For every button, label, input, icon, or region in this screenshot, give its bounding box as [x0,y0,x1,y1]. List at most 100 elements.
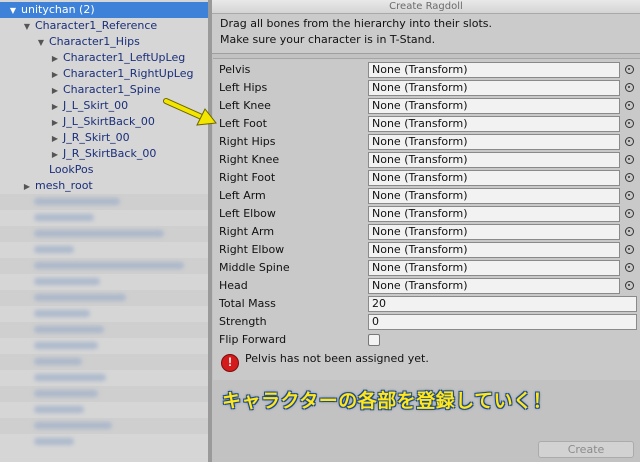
bone-row: Pelvis None (Transform) [213,61,640,79]
hierarchy-item[interactable]: ▶ Character1_RightUpLeg [0,66,194,82]
expand-down-icon[interactable]: ▼ [22,19,32,35]
bone-object-field[interactable]: None (Transform) [368,134,620,150]
bone-row: Left Foot None (Transform) [213,115,640,133]
object-picker-icon[interactable] [625,281,634,290]
hierarchy-item[interactable]: LookPos [0,162,93,178]
expand-right-icon[interactable]: ▶ [50,131,60,147]
bone-row: Left Knee None (Transform) [213,97,640,115]
bone-label: Left Elbow [219,207,276,220]
hierarchy-item[interactable]: ▼ Character1_Reference [0,18,157,34]
bone-object-field[interactable]: None (Transform) [368,188,620,204]
object-picker-icon[interactable] [625,245,634,254]
bone-row: Right Arm None (Transform) [213,223,640,241]
bone-label: Right Elbow [219,243,285,256]
expand-right-icon[interactable]: ▶ [22,179,32,195]
object-picker-icon[interactable] [625,191,634,200]
bone-object-field[interactable]: None (Transform) [368,80,620,96]
hierarchy-item-label: J_R_Skirt_00 [63,131,130,144]
hierarchy-item-label: Character1_Reference [35,19,158,32]
hierarchy-item-label: Character1_Hips [49,35,140,48]
bone-object-field[interactable]: None (Transform) [368,278,620,294]
warning-text: Pelvis has not been assigned yet. [245,352,429,365]
hierarchy-item[interactable]: ▼ Character1_Hips [0,34,140,50]
hierarchy-item[interactable]: ▶ mesh_root [0,178,93,194]
expand-down-icon[interactable]: ▼ [8,3,18,19]
bone-row: Right Hips None (Transform) [213,133,640,151]
strength-label: Strength [219,315,267,328]
annotation-caption: キャラクターの各部を登録していく！ [222,390,553,412]
object-picker-icon[interactable] [625,227,634,236]
object-picker-icon[interactable] [625,155,634,164]
hierarchy-item[interactable]: ▶ J_L_Skirt_00 [0,98,128,114]
flip-forward-row: Flip Forward [213,331,640,349]
object-picker-icon[interactable] [625,209,634,218]
strength-field[interactable]: 0 [368,314,637,330]
hierarchy-item[interactable]: ▶ Character1_LeftUpLeg [0,50,185,66]
hierarchy-item-label: J_R_SkirtBack_00 [63,147,157,160]
expand-right-icon[interactable]: ▶ [50,99,60,115]
bone-label: Right Hips [219,135,276,148]
bone-label: Left Knee [219,99,271,112]
object-picker-icon[interactable] [625,173,634,182]
bone-label: Right Foot [219,171,276,184]
window-title: Create Ragdoll [212,0,640,14]
bone-fields: Total Mass 20 Strength 0 Flip Forward Pe… [213,58,640,350]
bone-row: Head None (Transform) [213,277,640,295]
help-line-2: Make sure your character is in T-Stand. [220,33,436,46]
bone-row: Left Hips None (Transform) [213,79,640,97]
hierarchy-item[interactable]: ▶ J_R_Skirt_00 [0,130,130,146]
bone-row: Right Elbow None (Transform) [213,241,640,259]
hierarchy-item-label: mesh_root [35,179,93,192]
bone-object-field[interactable]: None (Transform) [368,98,620,114]
bone-label: Head [219,279,248,292]
total-mass-field[interactable]: 20 [368,296,637,312]
bone-object-field[interactable]: None (Transform) [368,152,620,168]
bone-label: Right Arm [219,225,275,238]
object-picker-icon[interactable] [625,119,634,128]
expand-right-icon[interactable]: ▶ [50,115,60,131]
hierarchy-item-label: Character1_LeftUpLeg [63,51,186,64]
hierarchy-item-label: LookPos [49,163,94,176]
hierarchy-item-label: unitychan (2) [21,3,95,16]
object-picker-icon[interactable] [625,263,634,272]
bone-object-field[interactable]: None (Transform) [368,260,620,276]
object-picker-icon[interactable] [625,137,634,146]
flip-forward-label: Flip Forward [219,333,287,346]
object-picker-icon[interactable] [625,101,634,110]
expand-right-icon[interactable]: ▶ [50,147,60,163]
warning-box: ! Pelvis has not been assigned yet. [213,350,640,380]
hierarchy-item-label: J_L_SkirtBack_00 [63,115,155,128]
hierarchy-item[interactable]: ▼ unitychan (2) [0,2,208,18]
hierarchy-item[interactable]: ▶ J_L_SkirtBack_00 [0,114,155,130]
object-picker-icon[interactable] [625,65,634,74]
bone-label: Pelvis [219,63,251,76]
expand-right-icon[interactable]: ▶ [50,67,60,83]
hierarchy-item[interactable]: ▶ J_R_SkirtBack_00 [0,146,156,162]
expand-down-icon[interactable]: ▼ [36,35,46,51]
expand-right-icon[interactable]: ▶ [50,83,60,99]
hierarchy-item[interactable]: ▶ Character1_Spine [0,82,161,98]
bone-row: Right Knee None (Transform) [213,151,640,169]
bone-object-field[interactable]: None (Transform) [368,224,620,240]
bone-object-field[interactable]: None (Transform) [368,116,620,132]
bone-label: Left Hips [219,81,268,94]
flip-forward-checkbox[interactable] [368,334,380,346]
bone-object-field[interactable]: None (Transform) [368,170,620,186]
bone-label: Right Knee [219,153,280,166]
bone-row: Middle Spine None (Transform) [213,259,640,277]
bone-object-field[interactable]: None (Transform) [368,206,620,222]
error-icon: ! [221,354,239,372]
expand-right-icon[interactable]: ▶ [50,51,60,67]
create-button[interactable]: Create [538,441,634,458]
hierarchy-item-label: J_L_Skirt_00 [63,99,129,112]
total-mass-row: Total Mass 20 [213,295,640,313]
total-mass-label: Total Mass [219,297,276,310]
bone-object-field[interactable]: None (Transform) [368,62,620,78]
object-picker-icon[interactable] [625,83,634,92]
help-box: Drag all bones from the hierarchy into t… [212,14,640,54]
hierarchy-item-label: Character1_RightUpLeg [63,67,194,80]
bone-label: Middle Spine [219,261,290,274]
strength-row: Strength 0 [213,313,640,331]
bone-object-field[interactable]: None (Transform) [368,242,620,258]
annotation-arrow-icon [163,98,217,126]
